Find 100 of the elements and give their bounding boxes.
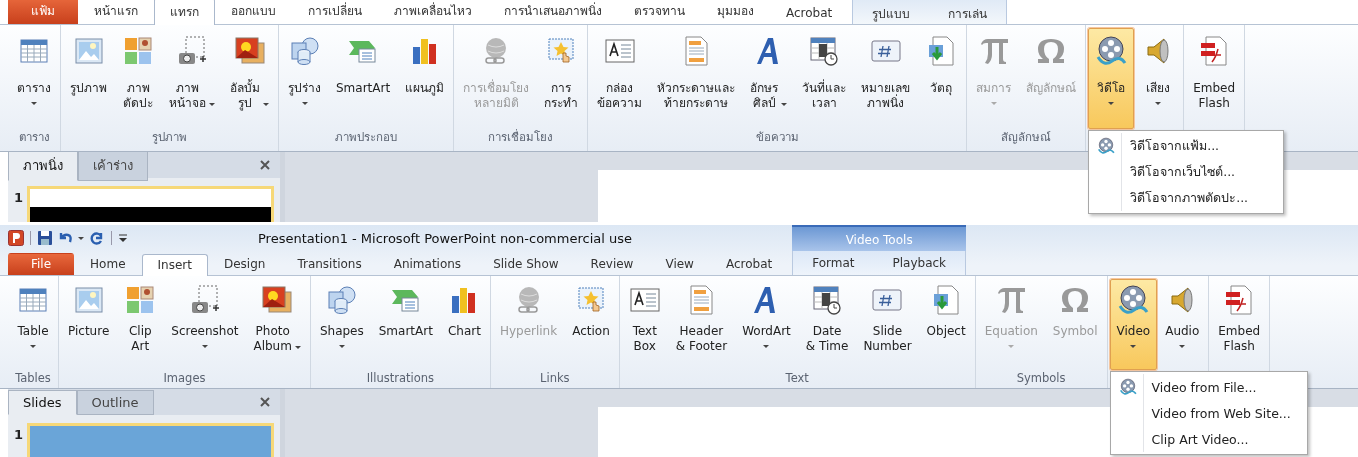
- menu-item[interactable]: วิดีโอจากเว็บไซต์...: [1091, 159, 1282, 185]
- datetime-button[interactable]: Date & Time: [798, 279, 856, 370]
- shapes-button[interactable]: Shapes: [312, 279, 371, 370]
- group-label: Images: [162, 370, 207, 387]
- ribbon-tab[interactable]: Design: [207, 253, 282, 275]
- menu-item[interactable]: Clip Art Video...: [1112, 426, 1305, 452]
- ribbon-tab[interactable]: หน้าแรก: [78, 0, 154, 24]
- ribbon-tab[interactable]: การเปลี่ยน: [292, 0, 378, 24]
- caret-icon: [1008, 345, 1015, 348]
- ribbon-tab[interactable]: Playback: [873, 251, 966, 275]
- ribbon-tab[interactable]: View: [649, 253, 710, 275]
- caret-icon: [30, 345, 36, 348]
- caret-icon: [763, 345, 770, 348]
- object-button[interactable]: Object: [919, 279, 973, 370]
- smartart-button[interactable]: SmartArt: [329, 28, 398, 129]
- caret-icon: [781, 103, 788, 106]
- ribbon-tab[interactable]: Format: [793, 251, 874, 275]
- action-button[interactable]: การ กระทำ: [537, 28, 586, 129]
- ribbon-tab[interactable]: Animations: [377, 253, 478, 275]
- flash-button[interactable]: Embed Flash: [1211, 279, 1268, 370]
- table-button[interactable]: Table: [10, 279, 56, 370]
- film-reel-icon: [1095, 35, 1128, 67]
- shapes-icon: [288, 35, 321, 67]
- wordart-button[interactable]: อักษร ศิลป์: [743, 28, 795, 129]
- save-icon[interactable]: [37, 230, 53, 246]
- slidenumber-button[interactable]: Slide Number: [856, 279, 919, 370]
- header-button[interactable]: Header & Footer: [668, 279, 735, 370]
- clip-art-icon: [124, 284, 157, 316]
- picture-button[interactable]: Picture: [61, 279, 117, 370]
- screenshot-button[interactable]: Screenshot: [164, 279, 246, 370]
- ribbon-tab[interactable]: Acrobat: [709, 253, 789, 275]
- screenshot-button[interactable]: ภาพ หน้าจอ: [162, 28, 222, 129]
- smartart-button[interactable]: SmartArt: [371, 279, 440, 370]
- chart-button[interactable]: Chart: [440, 279, 488, 370]
- clipart-button[interactable]: ภาพ ตัดปะ: [115, 28, 161, 129]
- textbox-button[interactable]: Text Box: [621, 279, 668, 370]
- group-label: Text: [784, 370, 810, 387]
- window-title: Presentation1 - Microsoft PowerPoint non-commercial use: [258, 230, 632, 246]
- ribbon-tab[interactable]: Slide Show: [477, 253, 575, 275]
- shapes-button[interactable]: รูปร่าง: [281, 28, 328, 129]
- video-button[interactable]: วิดีโอ: [1088, 28, 1135, 129]
- action-button[interactable]: Action: [565, 279, 617, 370]
- ribbon-tab[interactable]: การเล่น: [929, 0, 1007, 24]
- ribbon-tab[interactable]: ออกแบบ: [215, 0, 292, 24]
- clip-art-icon: [122, 35, 154, 67]
- ribbon-tab[interactable]: Insert: [141, 254, 208, 276]
- clipart-button[interactable]: Clip Art: [117, 279, 164, 370]
- menu-item[interactable]: วิดีโอจากภาพตัดปะ...: [1091, 185, 1282, 211]
- textbox-button[interactable]: กล่อง ข้อความ: [590, 28, 650, 129]
- album-button[interactable]: Photo Album: [246, 279, 308, 370]
- group-label: รูปภาพ: [151, 129, 188, 146]
- video-button[interactable]: Video: [1109, 279, 1158, 370]
- wordart-button[interactable]: WordArt: [735, 279, 798, 370]
- album-button[interactable]: อัลบั้ม รูป: [223, 28, 276, 129]
- calendar-clock-icon: [811, 284, 844, 316]
- ribbon-tab[interactable]: มุมมอง: [701, 0, 770, 24]
- photo-album-icon: [261, 284, 294, 316]
- ribbon-tab[interactable]: แทรก: [154, 0, 215, 25]
- pane-tab[interactable]: Slides: [8, 389, 77, 415]
- file-tab[interactable]: แฟ้ม: [8, 0, 78, 24]
- pane-tab[interactable]: Outline: [76, 389, 154, 415]
- slidenumber-button[interactable]: หมายเลข ภาพนิ่ง: [854, 28, 918, 129]
- chart-button[interactable]: แผนภูมิ: [398, 28, 452, 129]
- menu-item[interactable]: Video from File...: [1112, 374, 1305, 400]
- header-button[interactable]: หัวกระดาษและ ท้ายกระดาษ: [650, 28, 743, 129]
- ribbon-tab[interactable]: Transitions: [281, 253, 378, 275]
- ribbon-tab[interactable]: ตรวจทาน: [618, 0, 701, 24]
- caret-icon: [31, 102, 37, 105]
- menu-item[interactable]: Video from Web Site...: [1112, 400, 1305, 426]
- group-label: Links: [539, 370, 571, 387]
- ribbon-tab[interactable]: ภาพเคลื่อนไหว: [378, 0, 488, 24]
- ribbon-tab[interactable]: รูปแบบ: [853, 0, 930, 24]
- close-icon[interactable]: [260, 397, 270, 407]
- picture-button[interactable]: รูปภาพ: [63, 28, 114, 129]
- datetime-button[interactable]: วันที่และ เวลา: [795, 28, 854, 129]
- caret-icon: [263, 103, 269, 106]
- pane-tab[interactable]: เค้าร่าง: [78, 152, 148, 181]
- table-button[interactable]: ตาราง: [10, 28, 58, 129]
- film-reel-icon: [1097, 137, 1116, 155]
- audio-button[interactable]: Audio: [1158, 279, 1207, 370]
- slide-thumbnail[interactable]: [27, 186, 274, 222]
- contextual-tab-header: Video Tools: [792, 225, 967, 251]
- redo-icon[interactable]: [89, 230, 105, 246]
- audio-button[interactable]: เสียง: [1135, 28, 1182, 129]
- ribbon-tab[interactable]: การนำเสนอภาพนิ่ง: [488, 0, 618, 24]
- menu-item[interactable]: วิดีโอจากแฟ้ม...: [1091, 133, 1282, 159]
- flash-button[interactable]: Embed Flash: [1186, 28, 1243, 129]
- screenshot-icon: [176, 35, 208, 67]
- caret-icon: [201, 345, 208, 348]
- close-icon[interactable]: [260, 160, 270, 170]
- ribbon-tab[interactable]: Acrobat: [770, 2, 849, 24]
- ribbon-tab[interactable]: Home: [74, 253, 142, 275]
- group-label: Illustrations: [365, 370, 436, 387]
- film-reel-icon: [1117, 284, 1150, 316]
- caret-icon: [1155, 102, 1162, 105]
- group-label: ข้อความ: [754, 129, 800, 146]
- pane-tab[interactable]: ภาพนิ่ง: [8, 152, 78, 181]
- file-tab[interactable]: File: [8, 253, 75, 275]
- ribbon-tab[interactable]: Review: [574, 253, 650, 275]
- object-button[interactable]: วัตถุ: [918, 28, 965, 129]
